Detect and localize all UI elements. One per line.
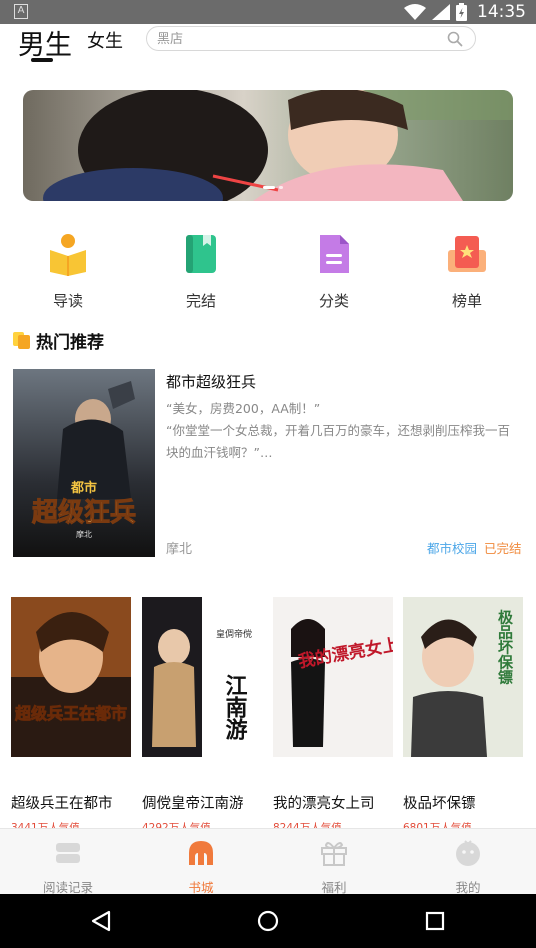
profile-icon: [456, 840, 480, 866]
home-icon[interactable]: [257, 910, 279, 932]
featured-cover-title: 超级狂兵: [32, 497, 136, 528]
book-title[interactable]: 超级兵王在都市: [11, 792, 131, 813]
nav-reading-history[interactable]: 阅读记录: [13, 839, 123, 896]
genre-tag[interactable]: 都市校园: [427, 538, 477, 557]
tab-male[interactable]: 男生: [18, 23, 72, 62]
status-bar: A 14:35: [0, 0, 536, 24]
bottom-nav: 阅读记录 书城 福利 我的: [0, 828, 536, 896]
book-grid: 超级兵王在都市 超级兵王在都市 3441万人气值 皇倜帝傥 江南游 倜傥皇帝江南…: [11, 597, 527, 834]
reading-history-icon: [56, 843, 80, 863]
nav-profile[interactable]: 我的: [413, 839, 523, 896]
section-hot-recommend: 热门推荐: [12, 328, 104, 353]
section-books-icon: [13, 332, 30, 349]
clock: 14:35: [477, 2, 526, 22]
ranking-icon: [448, 236, 486, 272]
book-cover[interactable]: 极品坏保镖: [403, 597, 523, 757]
system-nav-bar: [0, 894, 536, 948]
category-completed-label: 完结: [185, 292, 216, 310]
category-doc-icon: [320, 235, 349, 273]
featured-cover-sub: 都市: [70, 480, 97, 496]
search-bar[interactable]: [146, 26, 476, 51]
nav-bookstore[interactable]: 书城: [146, 839, 256, 896]
back-icon[interactable]: [90, 910, 112, 932]
banner-image: [23, 90, 513, 201]
book-cover-sub: 皇倜帝傥: [216, 628, 252, 640]
completed-book-icon: [186, 235, 216, 273]
battery-icon: [456, 3, 467, 21]
category-row: 导读 完结 分类 榜单: [0, 232, 536, 312]
book-title[interactable]: 极品坏保镖: [403, 792, 523, 813]
gift-icon: [321, 842, 347, 866]
category-guide[interactable]: 导读: [28, 232, 108, 311]
promo-banner[interactable]: [23, 90, 513, 201]
wifi-icon: [404, 4, 426, 20]
signal-icon: [432, 4, 450, 20]
book-card[interactable]: 极品坏保镖 极品坏保镖 6801万人气值: [403, 597, 523, 835]
category-guide-label: 导读: [52, 292, 83, 310]
book-cover[interactable]: 我的漂亮女上司: [273, 597, 393, 757]
guide-icon: [50, 234, 86, 276]
notification-icon: A: [14, 4, 28, 19]
featured-book-description: “美女，房费200，AA制！” “你堂堂一个女总裁，开着几百万的豪车，还想剥削压…: [166, 398, 516, 464]
book-cover[interactable]: 超级兵王在都市: [11, 597, 131, 757]
book-card[interactable]: 超级兵王在都市 超级兵王在都市 3441万人气值: [11, 597, 131, 835]
book-title[interactable]: 我的漂亮女上司: [273, 792, 393, 813]
tab-active-indicator: [31, 58, 53, 62]
featured-cover-author: 摩北: [76, 529, 92, 539]
nav-welfare[interactable]: 福利: [279, 839, 389, 896]
bookstore-icon: [189, 841, 213, 865]
book-card[interactable]: 皇倜帝傥 江南游 倜傥皇帝江南游 4292万人气值: [142, 597, 262, 835]
category-ranking-label: 榜单: [451, 292, 482, 310]
top-tabs: 男生 女生: [0, 24, 536, 64]
section-title: 热门推荐: [36, 332, 104, 353]
recents-icon[interactable]: [425, 911, 445, 931]
book-cover-title: 超级兵王在都市: [14, 704, 127, 723]
book-cover[interactable]: 皇倜帝傥 江南游: [142, 597, 262, 757]
category-classify[interactable]: 分类: [294, 232, 374, 311]
category-classify-label: 分类: [318, 292, 349, 310]
featured-book[interactable]: 都市 超级狂兵 摩北 都市超级狂兵 “美女，房费200，AA制！” “你堂堂一个…: [13, 369, 525, 557]
category-ranking[interactable]: 榜单: [427, 232, 507, 311]
featured-book-cover[interactable]: 都市 超级狂兵 摩北: [13, 369, 155, 557]
search-icon[interactable]: [447, 31, 463, 47]
book-card[interactable]: 我的漂亮女上司 我的漂亮女上司 8244万人气值: [273, 597, 393, 835]
book-cover-title: 极品坏保镖: [496, 609, 514, 686]
featured-book-title[interactable]: 都市超级狂兵: [166, 371, 256, 392]
featured-desc-line2: “你堂堂一个女总裁，开着几百万的豪车，还想剥削压榨我一百块的血汗钱啊？”…: [166, 423, 510, 460]
status-tag: 已完结: [484, 541, 522, 556]
book-title[interactable]: 倜傥皇帝江南游: [142, 792, 262, 813]
featured-desc-line1: “美女，房费200，AA制！”: [166, 401, 321, 416]
category-completed[interactable]: 完结: [161, 232, 241, 311]
tab-female[interactable]: 女生: [87, 27, 123, 53]
search-input[interactable]: [157, 30, 437, 48]
featured-book-author: 摩北: [166, 542, 193, 557]
book-cover-title: 江南游: [222, 674, 248, 741]
